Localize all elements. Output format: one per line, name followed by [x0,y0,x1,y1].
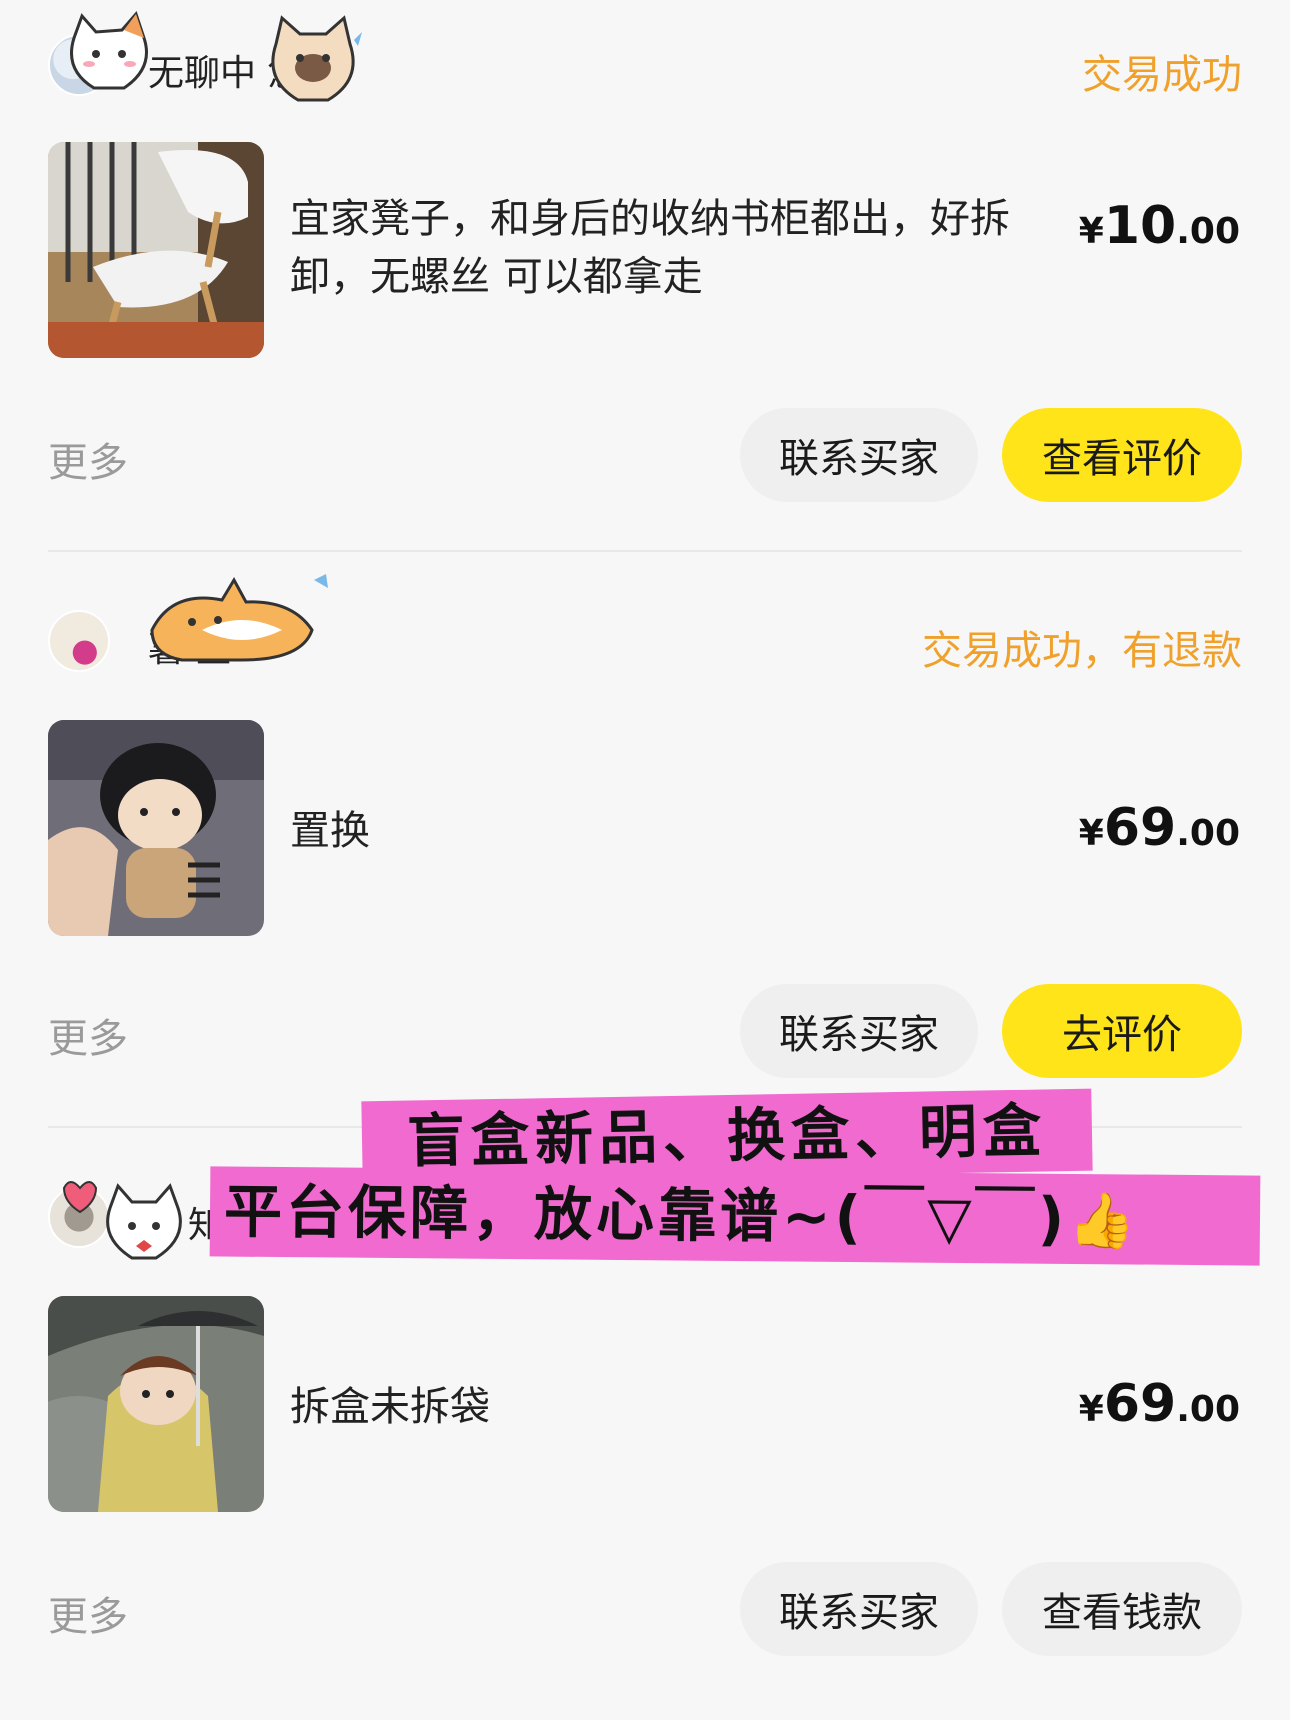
buyer-avatar[interactable] [48,610,110,672]
divider [48,550,1242,552]
product-title[interactable]: 置换 [290,802,1060,860]
product-title[interactable]: 拆盒未拆袋 [290,1378,1060,1436]
product-title[interactable]: 宜家凳子，和身后的收纳书柜都出，好拆卸，无螺丝 可以都拿走 [290,190,1060,306]
contact-buyer-button[interactable]: 联系买家 [740,408,978,502]
contact-buyer-button[interactable]: 联系买家 [740,984,978,1078]
product-price: ¥69.00 [1078,798,1240,858]
figurine-photo [48,1296,264,1512]
cat-sticker-icon [70,11,148,90]
view-review-button[interactable]: 查看评价 [1002,408,1242,502]
promo-line-2-text: 平台保障，放心靠谱~(￣▽￣) [223,1177,1069,1253]
figurine-photo [48,720,264,936]
product-thumbnail[interactable] [48,720,264,936]
view-payment-button[interactable]: 查看钱款 [1002,1562,1242,1656]
order-header: 无聊中 悠闲 交易成功 [48,20,1242,110]
product-price: ¥10.00 [1078,196,1240,256]
cat-with-heart-sticker-icon [62,1181,182,1260]
thumbs-up-icon: 👍 [1067,1188,1140,1253]
more-button[interactable]: 更多 [48,430,128,488]
product-price: ¥69.00 [1078,1374,1240,1434]
write-review-button[interactable]: 去评价 [1002,984,1242,1078]
promo-line-2: 平台保障，放心靠谱~(￣▽￣)👍 [209,1166,1261,1266]
sold-orders-page: 无聊中 悠闲 交易成功 宜家凳子，和身后的收纳书柜都出，好拆卸，无螺丝 可以都拿… [0,0,1290,1720]
product-thumbnail[interactable] [48,142,264,358]
promo-banner: 盲盒新品、换盒、明盒 平台保障，放心靠谱~(￣▽￣)👍 [209,1088,1270,1266]
product-thumbnail[interactable] [48,1296,264,1512]
more-button[interactable]: 更多 [48,1584,128,1642]
chair-photo [48,142,264,358]
orange-cat-sticker-icon [150,574,328,662]
contact-buyer-button[interactable]: 联系买家 [740,1562,978,1656]
order-status: 交易成功，有退款 [922,628,1242,674]
siamese-cat-sticker-icon [271,15,362,102]
more-button[interactable]: 更多 [48,1006,128,1064]
order-status: 交易成功 [1082,52,1242,98]
